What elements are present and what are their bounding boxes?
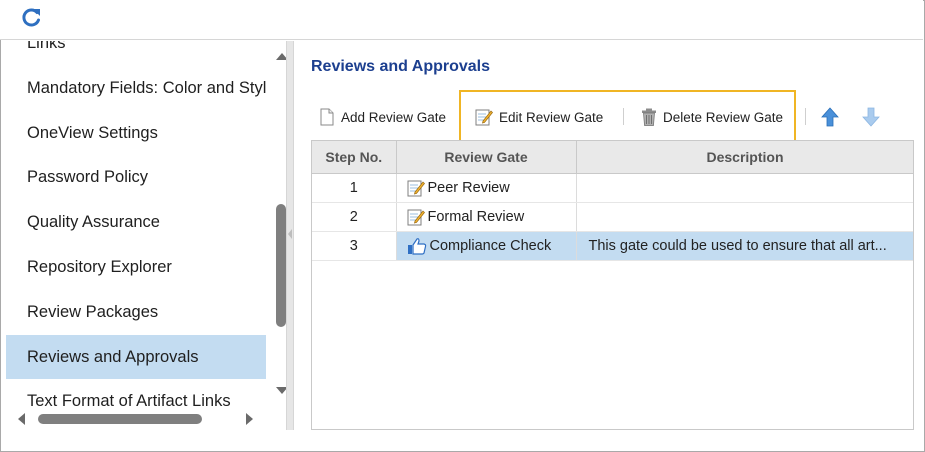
step-number-cell: 3 (312, 231, 397, 261)
panel-splitter[interactable] (286, 41, 294, 430)
table-header-row: Step No. Review Gate Description (312, 141, 913, 174)
page-title: Reviews and Approvals (311, 58, 491, 75)
trash-icon (642, 108, 656, 126)
edit-note-icon (407, 180, 425, 196)
vertical-scroll-thumb[interactable] (276, 204, 286, 327)
nav-item-reviews-and-approvals[interactable]: Reviews and Approvals (6, 334, 266, 380)
column-header-review-gate[interactable]: Review Gate (396, 141, 577, 174)
nav-item-mandatory-fields[interactable]: Mandatory Fields: Color and Style (6, 66, 266, 111)
edit-note-icon (407, 209, 425, 225)
table-row[interactable]: 2 Formal Review (312, 202, 913, 232)
arrow-down-icon[interactable] (860, 105, 882, 129)
nav-horizontal-scrollbar[interactable] (6, 409, 268, 429)
toolbar-separator (805, 108, 806, 125)
toolbar-separator (623, 108, 624, 125)
review-gate-cell: Peer Review (396, 173, 577, 203)
nav-item-review-packages[interactable]: Review Packages (6, 290, 266, 335)
column-header-description[interactable]: Description (576, 141, 913, 174)
collapse-grip-icon[interactable] (288, 229, 292, 239)
settings-nav-panel: Links Mandatory Fields: Color and Style … (6, 41, 288, 430)
scroll-right-icon[interactable] (246, 413, 253, 425)
arrow-up-icon[interactable] (819, 105, 841, 129)
step-number-cell: 1 (312, 173, 397, 203)
nav-item-repository-explorer[interactable]: Repository Explorer (6, 245, 266, 290)
add-review-gate-label: Add Review Gate (341, 109, 447, 125)
review-gate-name: Compliance Check (429, 237, 552, 254)
delete-review-gate-button[interactable]: Delete Review Gate (641, 104, 783, 130)
description-cell (576, 173, 913, 203)
horizontal-scroll-thumb[interactable] (38, 414, 202, 424)
nav-item-quality-assurance[interactable]: Quality Assurance (6, 200, 266, 245)
table-row[interactable]: 1 Peer Review (312, 173, 913, 203)
review-gate-name: Formal Review (427, 208, 525, 225)
table-row[interactable]: 3 Compliance Check This gate could be us… (312, 231, 913, 261)
description-cell (576, 202, 913, 232)
edit-review-gate-button[interactable]: Edit Review Gate (475, 104, 603, 130)
column-header-step-no[interactable]: Step No. (312, 141, 397, 174)
review-gates-table: Step No. Review Gate Description 1 Peer … (311, 140, 914, 430)
review-gate-name: Peer Review (427, 179, 510, 196)
description-cell: This gate could be used to ensure that a… (576, 231, 913, 261)
review-gate-toolbar: Add Review Gate Edit Review Gate Delete … (311, 100, 911, 134)
nav-item-links[interactable]: Links (6, 41, 266, 66)
delete-review-gate-label: Delete Review Gate (663, 109, 784, 125)
top-toolbar (0, 0, 923, 40)
settings-nav-list: Links Mandatory Fields: Color and Style … (6, 41, 266, 424)
step-number-cell: 2 (312, 202, 397, 232)
edit-review-gate-label: Edit Review Gate (499, 109, 604, 125)
nav-item-password-policy[interactable]: Password Policy (6, 155, 266, 200)
review-gate-cell: Compliance Check (396, 231, 577, 261)
scroll-left-icon[interactable] (18, 413, 25, 425)
edit-note-icon (475, 109, 493, 126)
add-review-gate-button[interactable]: Add Review Gate (319, 104, 446, 130)
nav-item-oneview-settings[interactable]: OneView Settings (6, 111, 266, 156)
review-gate-cell: Formal Review (396, 202, 577, 232)
refresh-icon[interactable] (20, 6, 42, 30)
thumbs-up-icon (407, 237, 426, 255)
new-document-icon (320, 108, 334, 126)
